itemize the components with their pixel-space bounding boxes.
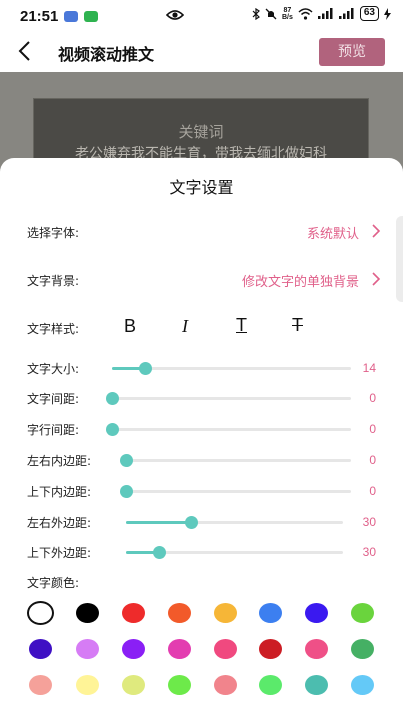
text-background-label: 文字背景: [27, 274, 80, 288]
slider-label: 上下外边距: [27, 546, 92, 560]
app-header: 视频滚动推文 预览 [0, 32, 403, 72]
wechat-icon [84, 10, 99, 22]
color-swatch[interactable] [350, 639, 374, 659]
text-settings-sheet: 文字设置 选择字体: 系统默认 文字背景: 修改文字的单独背景 文字样式: B … [0, 158, 403, 718]
chevron-right-icon[interactable] [371, 224, 381, 238]
font-value[interactable]: 系统默认 [307, 223, 359, 242]
color-swatch[interactable] [304, 639, 328, 659]
slider-thumb[interactable] [106, 423, 119, 436]
color-swatch[interactable] [213, 639, 237, 659]
charging-icon [384, 7, 391, 20]
slider-fill [126, 521, 191, 524]
italic-button[interactable]: I [182, 316, 188, 337]
color-swatch[interactable] [26, 601, 54, 625]
slider-track[interactable] [106, 423, 351, 436]
slider-track[interactable] [112, 362, 351, 375]
slider-value: 14 [362, 361, 376, 375]
slider-thumb[interactable] [120, 454, 133, 467]
color-swatch[interactable] [213, 675, 237, 695]
slider-track[interactable] [106, 392, 351, 405]
bold-button[interactable]: B [124, 316, 136, 337]
slider-thumb[interactable] [120, 485, 133, 498]
slider-value: 0 [369, 422, 376, 436]
status-time: 21:51 [20, 7, 59, 25]
color-swatch[interactable] [75, 639, 99, 659]
color-swatch[interactable] [258, 603, 282, 623]
slider-thumb[interactable] [106, 392, 119, 405]
eye-icon [166, 10, 184, 20]
slider-thumb[interactable] [185, 516, 198, 529]
network-speed: 87 B/s [282, 7, 293, 21]
color-swatch[interactable] [304, 675, 328, 695]
slider-track[interactable] [120, 454, 351, 467]
text-color-label: 文字颜色: [27, 576, 80, 590]
text-style-label: 文字样式: [27, 322, 80, 336]
color-swatch[interactable] [121, 639, 145, 659]
slider-label: 文字大小: [27, 362, 80, 376]
color-swatch[interactable] [167, 675, 191, 695]
color-swatch[interactable] [213, 603, 237, 623]
underline-button[interactable]: T [236, 315, 247, 336]
slider-label: 上下内边距: [27, 485, 92, 499]
chevron-right-icon[interactable] [371, 272, 381, 286]
slider-label: 文字间距: [27, 392, 80, 406]
slider-value: 0 [369, 391, 376, 405]
color-swatch[interactable] [304, 603, 328, 623]
color-swatch[interactable] [121, 675, 145, 695]
strikethrough-button[interactable]: T [292, 315, 303, 336]
slider-label: 左右内边距: [27, 454, 92, 468]
slider-track[interactable] [120, 485, 351, 498]
preview-keyword: 关键词 [178, 123, 224, 141]
slider-thumb[interactable] [139, 362, 152, 375]
mute-icon [265, 8, 277, 19]
slider-track[interactable] [126, 546, 343, 559]
slider-value: 30 [362, 545, 376, 559]
font-label: 选择字体: [27, 226, 80, 240]
back-arrow-icon[interactable] [14, 38, 36, 64]
color-swatch[interactable] [28, 675, 52, 695]
color-swatch[interactable] [350, 675, 374, 695]
color-swatch[interactable] [75, 603, 99, 623]
slider-value: 30 [362, 515, 376, 529]
speed-unit: B/s [281, 13, 293, 21]
status-indicators: 87 B/s 63 [252, 6, 391, 21]
color-swatch[interactable] [75, 675, 99, 695]
sheet-title: 文字设置 [169, 178, 234, 197]
signal-icon [317, 8, 333, 19]
preview-button[interactable]: 预览 [319, 38, 385, 66]
signal-icon-2 [338, 8, 354, 19]
slider-label: 左右外边距: [27, 516, 92, 530]
page-title: 视频滚动推文 [58, 45, 155, 64]
wifi-icon [298, 7, 313, 20]
speed-value: 87 [283, 6, 292, 14]
status-bar: 21:51 87 B/s 63 [0, 0, 403, 32]
slider-track[interactable] [126, 516, 343, 529]
sheet-side-handle [396, 216, 403, 302]
slider-value: 0 [369, 484, 376, 498]
video-preview-card: 关键词 老公嫌弃我不能生育，带我去缅北做妇科 [33, 98, 369, 164]
color-swatch[interactable] [258, 639, 282, 659]
battery-indicator: 63 [359, 6, 379, 21]
text-background-value[interactable]: 修改文字的单独背景 [242, 271, 359, 290]
bluetooth-icon [252, 7, 260, 20]
slider-label: 字行间距: [27, 423, 80, 437]
notification-app-icon [64, 10, 79, 22]
slider-value: 0 [369, 453, 376, 467]
color-swatch[interactable] [258, 675, 282, 695]
color-swatch[interactable] [121, 603, 145, 623]
color-swatch[interactable] [350, 603, 374, 623]
slider-thumb[interactable] [153, 546, 166, 559]
color-swatch[interactable] [167, 603, 191, 623]
color-swatch[interactable] [28, 639, 52, 659]
color-swatch[interactable] [167, 639, 191, 659]
